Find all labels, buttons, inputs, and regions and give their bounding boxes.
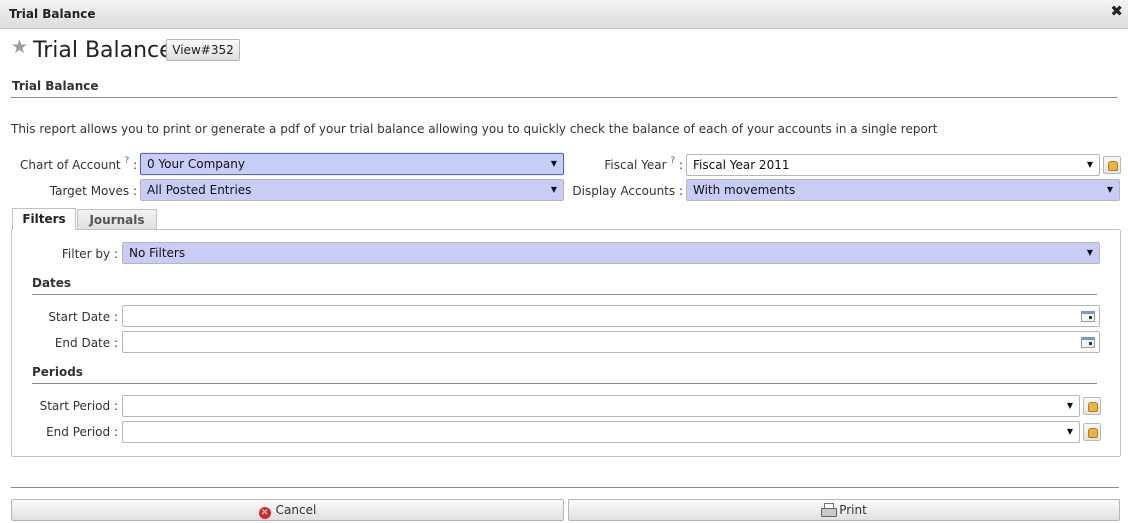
tab-filters[interactable]: Filters	[12, 208, 76, 230]
end-period-search-button[interactable]	[1083, 423, 1101, 441]
end-date-input[interactable]	[122, 331, 1100, 353]
target-moves-select[interactable]: All Posted Entries ▼	[140, 179, 564, 201]
chart-of-account-label-text: Chart of Account	[20, 158, 121, 172]
search-hand-icon	[1108, 161, 1118, 171]
dates-section-title: Dates	[32, 276, 72, 290]
print-button-label: Print	[839, 503, 867, 517]
start-period-search-button[interactable]	[1083, 397, 1101, 415]
window-titlebar: Trial Balance ✖	[0, 0, 1128, 29]
help-icon[interactable]: ?	[670, 156, 675, 166]
calendar-icon[interactable]	[1081, 311, 1095, 322]
chevron-down-icon: ▼	[550, 159, 557, 168]
periods-section-title: Periods	[32, 365, 83, 379]
view-id-button[interactable]: View#352	[166, 39, 240, 61]
search-hand-icon	[1088, 428, 1098, 438]
end-date-label: End Date :	[54, 336, 118, 350]
cancel-button-label: Cancel	[275, 503, 317, 517]
fiscal-year-search-button[interactable]	[1103, 156, 1121, 174]
cancel-button[interactable]: ✕ Cancel	[11, 499, 564, 521]
filter-by-value: No Filters	[129, 246, 186, 260]
section-divider	[11, 97, 1117, 98]
tab-journals[interactable]: Journals	[77, 209, 157, 230]
filter-by-select[interactable]: No Filters ▼	[122, 242, 1100, 264]
chart-of-account-select[interactable]: 0 Your Company ▼	[140, 153, 564, 175]
display-accounts-label: Display Accounts :	[572, 184, 683, 198]
footer-divider	[11, 487, 1119, 488]
favorite-star-icon[interactable]: ★	[11, 38, 28, 57]
printer-icon	[821, 503, 838, 517]
start-period-label: Start Period :	[39, 399, 118, 413]
label-colon: :	[678, 158, 683, 172]
chevron-down-icon: ▼	[1086, 160, 1093, 169]
target-moves-label: Target Moves :	[49, 184, 137, 198]
periods-divider	[32, 383, 1097, 384]
chevron-down-icon: ▼	[1106, 185, 1113, 194]
start-date-label: Start Date :	[48, 310, 118, 324]
start-period-select[interactable]: ▼	[122, 395, 1080, 417]
window-title: Trial Balance	[9, 7, 96, 21]
end-period-label: End Period :	[46, 425, 118, 439]
dates-divider	[32, 294, 1097, 295]
report-description: This report allows you to print or gener…	[11, 122, 938, 136]
chevron-down-icon: ▼	[1086, 248, 1093, 257]
chart-of-account-value: 0 Your Company	[147, 157, 245, 171]
page-title: Trial Balance	[33, 38, 173, 63]
help-icon[interactable]: ?	[124, 156, 129, 166]
calendar-icon[interactable]	[1081, 337, 1095, 348]
chevron-down-icon: ▼	[1066, 427, 1073, 436]
chevron-down-icon: ▼	[550, 185, 557, 194]
chevron-down-icon: ▼	[1066, 401, 1073, 410]
display-accounts-select[interactable]: With movements ▼	[686, 179, 1120, 201]
filter-by-label: Filter by :	[61, 247, 118, 261]
chart-of-account-label: Chart of Account ? :	[20, 156, 138, 172]
target-moves-value: All Posted Entries	[147, 183, 252, 197]
end-period-select[interactable]: ▼	[122, 421, 1080, 443]
fiscal-year-label-text: Fiscal Year	[604, 158, 667, 172]
cancel-icon: ✕	[258, 507, 271, 519]
start-date-input[interactable]	[122, 305, 1100, 327]
display-accounts-value: With movements	[693, 183, 796, 197]
fiscal-year-label: Fiscal Year ? :	[590, 156, 683, 172]
form-section-title: Trial Balance	[12, 79, 99, 93]
close-icon[interactable]: ✖	[1110, 4, 1123, 19]
fiscal-year-select[interactable]: Fiscal Year 2011 ▼	[686, 154, 1100, 176]
search-hand-icon	[1088, 402, 1098, 412]
print-button[interactable]: Print	[568, 499, 1120, 521]
fiscal-year-value: Fiscal Year 2011	[693, 158, 790, 172]
label-colon: :	[133, 158, 138, 172]
